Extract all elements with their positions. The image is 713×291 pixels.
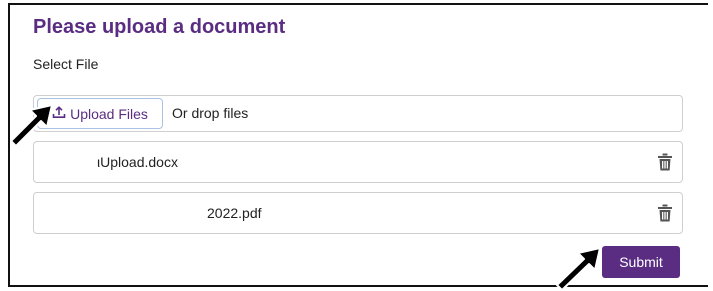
file-name: ιUpload.docx: [97, 154, 178, 170]
submit-button[interactable]: Submit: [602, 246, 680, 278]
trash-icon[interactable]: [657, 153, 673, 171]
pointer-arrow-icon: [556, 247, 601, 291]
trash-icon[interactable]: [657, 204, 673, 222]
page-title: Please upload a document: [33, 16, 286, 38]
pointer-arrow-icon: [10, 104, 53, 147]
drop-files-text: Or drop files: [172, 105, 249, 121]
upload-files-label: Upload Files: [70, 105, 148, 122]
select-file-label: Select File: [33, 56, 99, 72]
file-row: 2022.pdf: [33, 192, 683, 234]
file-name: 2022.pdf: [207, 205, 262, 221]
file-row: ιUpload.docx: [33, 141, 683, 183]
file-drop-zone[interactable]: Upload Files Or drop files: [33, 95, 683, 132]
